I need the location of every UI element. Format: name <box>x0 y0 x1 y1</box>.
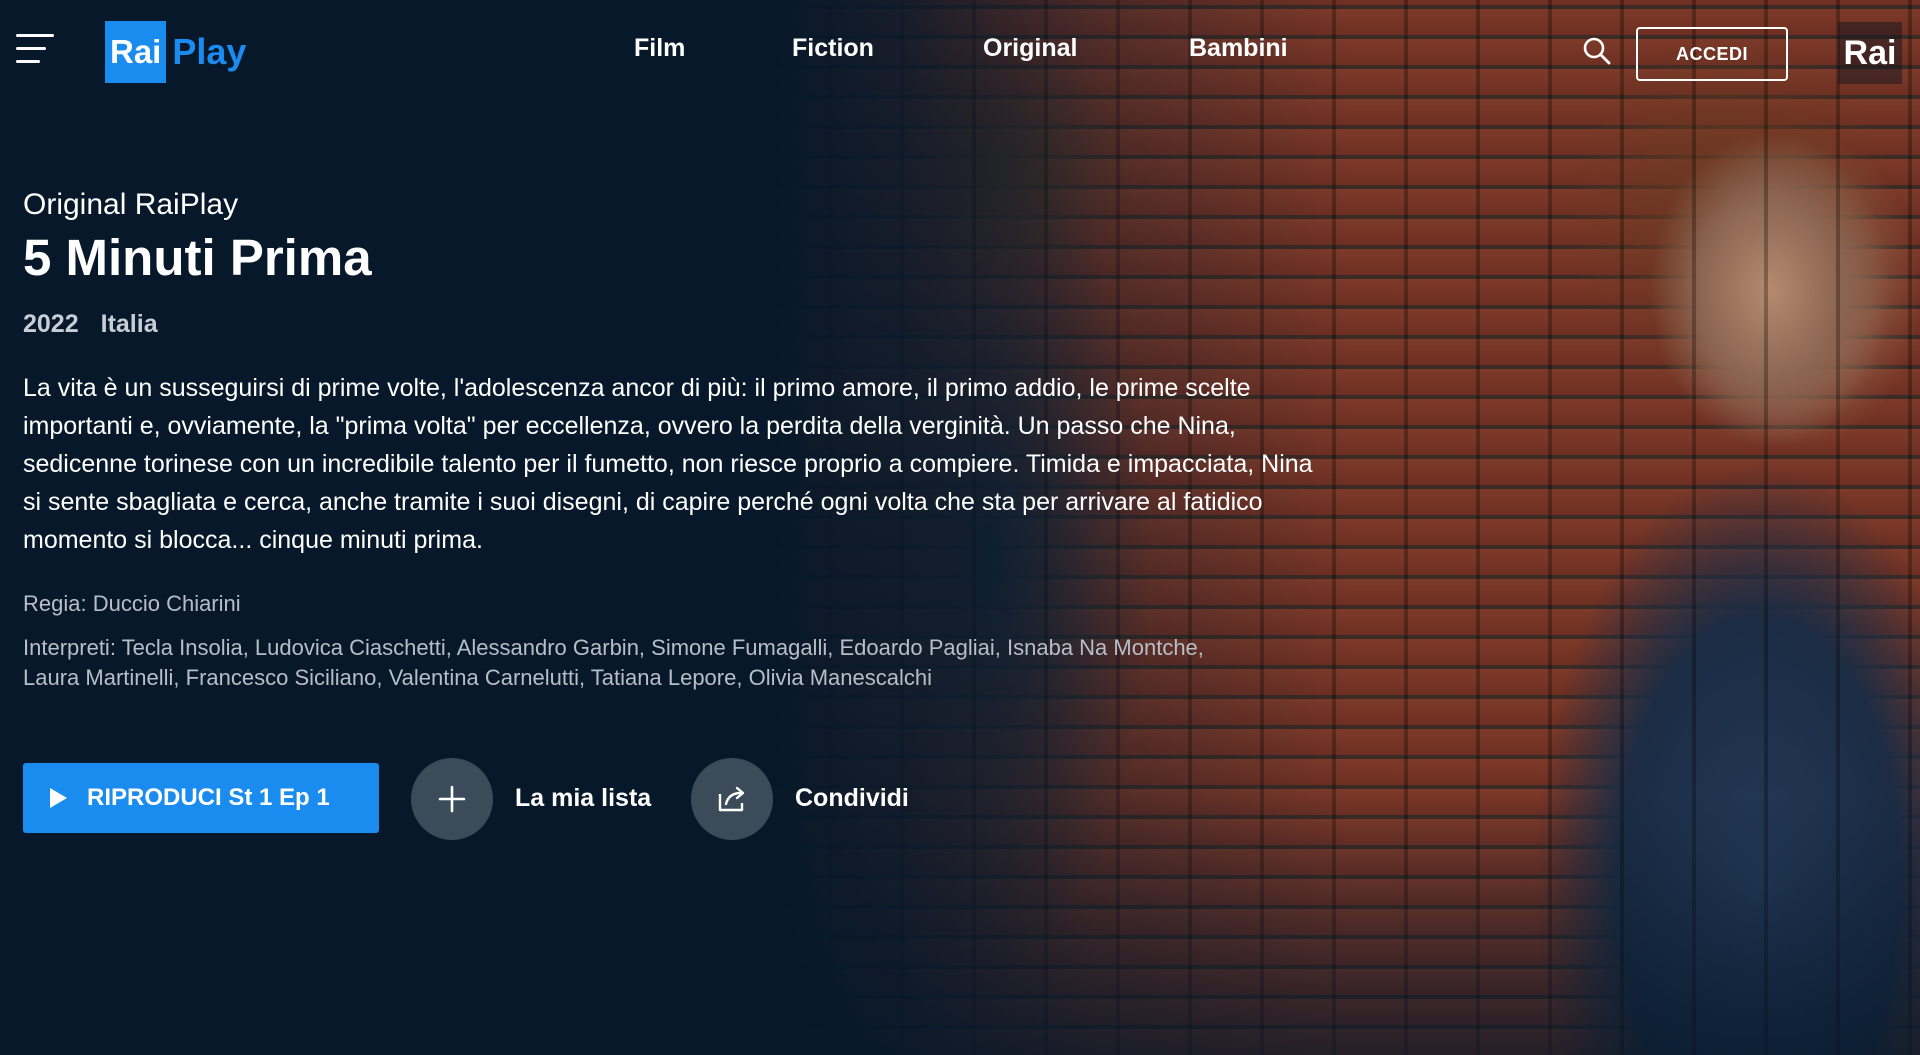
nav-item-film[interactable]: Film <box>634 34 685 63</box>
share-button[interactable] <box>691 758 773 840</box>
plus-icon <box>438 785 466 813</box>
nav-item-fiction[interactable]: Fiction <box>792 34 874 63</box>
program-director: Regia: Duccio Chiarini <box>23 591 241 616</box>
program-country: Italia <box>100 310 158 338</box>
program-description: La vita è un susseguirsi di prime volte,… <box>23 374 1313 554</box>
program-actions: RIPRODUCI St 1 Ep 1 La mia lista Condivi… <box>23 758 923 846</box>
search-icon[interactable] <box>1582 36 1612 66</box>
nav-item-original[interactable]: Original <box>983 34 1077 63</box>
program-year: 2022 <box>23 310 79 338</box>
logo-play-text: Play <box>172 31 247 72</box>
hamburger-menu-icon[interactable] <box>16 32 56 68</box>
top-navigation-bar: Rai Play Film Fiction Original Bambini A… <box>0 0 1920 104</box>
program-credits: Regia: Duccio Chiarini Interpreti: Tecla… <box>23 589 1263 693</box>
share-icon <box>718 786 745 812</box>
rai-brand-logo[interactable]: Rai <box>1838 22 1902 84</box>
play-icon <box>50 788 67 808</box>
program-cast: Interpreti: Tecla Insolia, Ludovica Cias… <box>23 635 1204 690</box>
play-button[interactable]: RIPRODUCI St 1 Ep 1 <box>23 763 379 833</box>
add-to-list-label[interactable]: La mia lista <box>515 784 651 813</box>
nav-item-bambini[interactable]: Bambini <box>1189 34 1288 63</box>
add-to-list-button[interactable] <box>411 758 493 840</box>
login-button[interactable]: ACCEDI <box>1636 27 1788 81</box>
raiplay-logo[interactable]: Rai Play <box>105 21 246 83</box>
program-kicker: Original RaiPlay <box>23 188 239 221</box>
program-details: Original RaiPlay 5 Minuti Prima 2022 Ita… <box>23 188 1343 693</box>
play-button-label: RIPRODUCI St 1 Ep 1 <box>87 784 330 811</box>
logo-rai-text: Rai <box>105 21 167 83</box>
program-meta: 2022 Italia <box>23 310 1343 339</box>
share-label[interactable]: Condividi <box>795 784 909 813</box>
program-title: 5 Minuti Prima <box>23 229 372 286</box>
